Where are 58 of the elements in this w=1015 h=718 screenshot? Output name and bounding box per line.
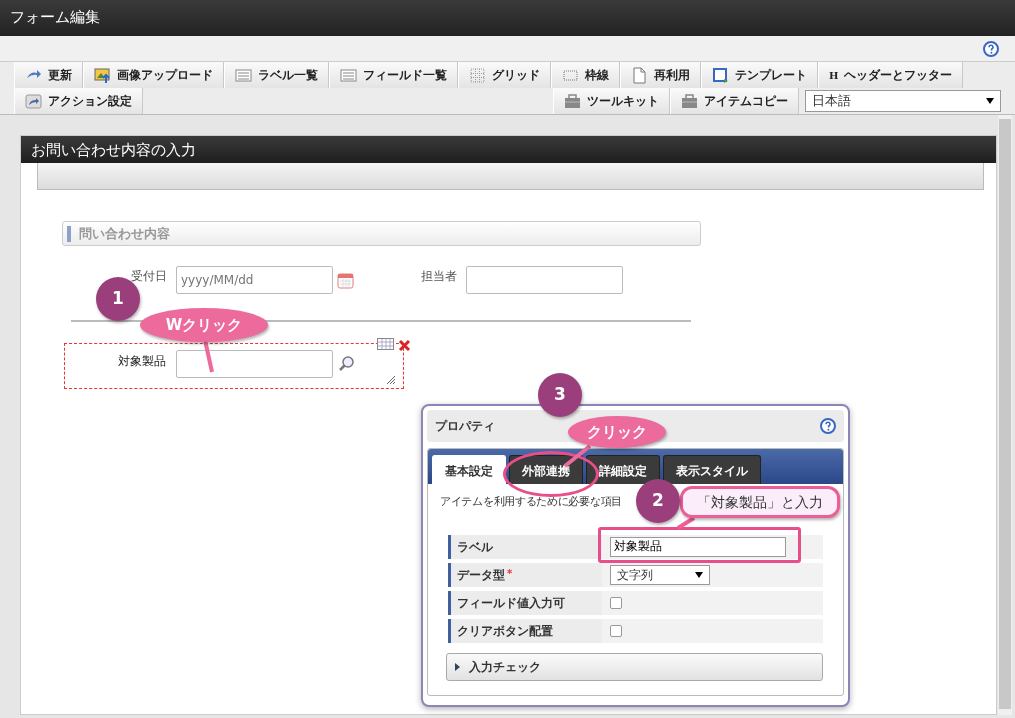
dropdown-arrow-icon	[986, 98, 994, 104]
select-field[interactable]: 文字列	[610, 564, 710, 585]
toolbar-button[interactable]: フィールド一覧	[329, 62, 458, 88]
callout: 「対象製品」と入力	[680, 486, 840, 518]
search-icon	[338, 355, 355, 372]
checkbox[interactable]	[610, 624, 622, 637]
toolbar-button[interactable]: H ヘッダーとフッター	[818, 62, 964, 88]
toolbar-button[interactable]: ツールキット	[553, 88, 670, 114]
calendar-icon	[337, 271, 354, 289]
dropdown-arrow-icon	[695, 571, 703, 578]
description-text: アイテムを利用するために必要な項目	[440, 495, 622, 508]
grid-icon	[469, 66, 486, 84]
field-label: 対象製品	[118, 353, 166, 370]
toolbar-button[interactable]: ラベル一覧	[224, 62, 329, 88]
image-upload-icon	[94, 66, 111, 84]
toolbar-button[interactable]: アクション設定	[14, 88, 143, 114]
input-field[interactable]: 対象製品	[610, 536, 786, 557]
tab[interactable]: 詳細設定	[586, 455, 660, 484]
resize-handle-icon	[387, 376, 395, 384]
window-title: フォーム編集	[0, 0, 1015, 36]
document-icon	[631, 66, 648, 84]
dialog-title: プロパティ	[435, 418, 495, 435]
help-icon[interactable]	[820, 418, 836, 434]
property-label: クリアボタン配置	[448, 618, 602, 643]
required-mark: *	[507, 567, 513, 579]
toolbar-button[interactable]: テンプレート	[701, 62, 818, 88]
property-label: ラベル	[448, 534, 602, 559]
panel-title: お問い合わせ内容の入力	[21, 136, 996, 163]
property-label: フィールド値入力可	[448, 590, 602, 615]
section-title: 問い合わせ内容	[79, 224, 170, 243]
toolbar-button[interactable]: アイテムコピー	[670, 88, 799, 114]
toolbar-button[interactable]: 画像アップロード	[83, 62, 224, 88]
template-icon	[712, 66, 729, 84]
field-label: 担当者	[421, 268, 457, 285]
toolbar-button[interactable]: グリッド	[458, 62, 551, 88]
toolbox-icon	[681, 92, 698, 110]
checkbox[interactable]	[610, 596, 622, 609]
toolbar-button[interactable]: 枠線	[551, 62, 620, 88]
tab[interactable]: 外部連携	[509, 455, 583, 484]
tab[interactable]: 基本設定	[432, 455, 506, 484]
delete-icon[interactable]	[398, 339, 411, 352]
input-field[interactable]	[176, 350, 333, 378]
tab[interactable]: 表示スタイル	[663, 455, 761, 484]
scrollbar[interactable]	[998, 115, 1012, 715]
list-icon	[340, 66, 357, 84]
share-icon	[25, 92, 42, 110]
toolbox-icon	[564, 92, 581, 110]
language-select[interactable]: 日本語	[805, 90, 1001, 112]
property-label: データ型 *	[448, 562, 602, 587]
list-icon	[235, 66, 252, 84]
toolbar-button[interactable]: 更新	[14, 62, 83, 88]
help-icon[interactable]	[983, 40, 999, 57]
accordion-header[interactable]: 入力チェック	[446, 652, 823, 681]
input-field[interactable]	[466, 266, 623, 294]
date-field[interactable]: yyyy/MM/dd	[176, 266, 333, 294]
h-icon: H	[829, 67, 839, 83]
table-icon	[377, 338, 394, 350]
toolbar-button[interactable]: 再利用	[620, 62, 701, 88]
